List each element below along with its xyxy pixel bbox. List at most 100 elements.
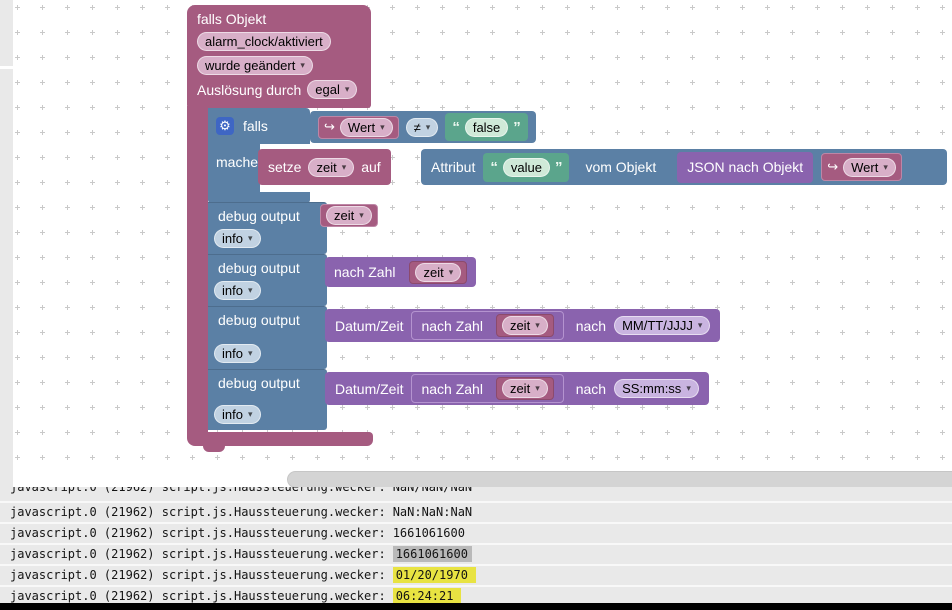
log-value-highlighted: 01/20/1970 xyxy=(392,567,476,583)
log-prefix: javascript.0 (21962) script.js.Haussteue… xyxy=(10,589,386,603)
log-row: javascript.0 (21962) script.js.Haussteue… xyxy=(0,487,952,503)
value-var-dropdown[interactable]: Wert ▾ xyxy=(339,117,393,137)
object-id-field[interactable]: alarm_clock/aktiviert xyxy=(197,32,331,51)
var-dropdown[interactable]: zeit ▾ xyxy=(501,379,548,398)
variable-block[interactable]: zeit ▾ xyxy=(495,377,554,400)
variable-block[interactable]: zeit ▾ xyxy=(495,314,554,337)
to-number-label: nach Zahl xyxy=(421,380,483,397)
debug-output-block[interactable]: debug output info ▾ xyxy=(208,202,327,254)
dropdown-arrow-icon: ▾ xyxy=(247,409,253,419)
trigger-title: falls Objekt xyxy=(197,11,267,27)
to-number-block[interactable]: nach Zahl zeit ▾ xyxy=(411,311,564,340)
do-label: mache xyxy=(216,154,259,170)
debug-output-label: debug output xyxy=(218,312,300,328)
attr-value-field[interactable]: value xyxy=(502,157,550,177)
workspace-canvas[interactable]: falls Objekt alarm_clock/aktiviert wurde… xyxy=(0,0,952,487)
attr-string-block[interactable]: “ value ” xyxy=(483,152,570,182)
grid-dots xyxy=(0,0,952,487)
gear-icon[interactable]: ⚙ xyxy=(216,117,234,135)
string-block[interactable]: “ false ” xyxy=(445,113,528,141)
cast-icon: ↪ xyxy=(827,159,839,174)
debug-output-block[interactable]: debug output info ▾ xyxy=(208,254,327,306)
set-variable-block[interactable]: setze zeit ▾ auf xyxy=(258,149,391,185)
trigger-by-dropdown[interactable]: egal ▾ xyxy=(307,80,358,99)
log-row: javascript.0 (21962) script.js.Haussteue… xyxy=(0,545,952,566)
log-level-dropdown[interactable]: info ▾ xyxy=(214,281,261,300)
dropdown-arrow-icon: ▾ xyxy=(300,60,305,70)
horizontal-scrollbar[interactable] xyxy=(287,471,952,488)
if-block[interactable]: ⚙ falls xyxy=(208,108,310,144)
json-var-value: Wert xyxy=(851,159,879,175)
close-quote-icon: ” xyxy=(554,158,563,176)
dropdown-arrow-icon: ▾ xyxy=(341,161,347,172)
format-dropdown[interactable]: SS:mm:ss ▾ xyxy=(614,379,699,398)
vertical-scrollbar[interactable] xyxy=(0,0,13,487)
value-getter-block[interactable]: ↪ Wert ▾ xyxy=(318,115,399,139)
json-value-getter-block[interactable]: ↪ Wert ▾ xyxy=(821,153,902,181)
trigger-block-bottom-tab xyxy=(203,446,225,452)
log-level-dropdown[interactable]: info ▾ xyxy=(214,344,261,363)
json-var-dropdown[interactable]: Wert ▾ xyxy=(843,157,896,177)
var-dropdown[interactable]: zeit ▾ xyxy=(501,316,548,335)
debug-output-block[interactable]: debug output info ▾ xyxy=(208,369,327,430)
log-level-dropdown[interactable]: info ▾ xyxy=(214,229,261,248)
log-panel[interactable]: javascript.0 (21962) script.js.Haussteue… xyxy=(0,487,952,608)
to-number-block[interactable]: nach Zahl zeit ▾ xyxy=(411,374,564,403)
open-quote-icon: “ xyxy=(452,118,460,136)
log-value-highlighted: 06:24:21 xyxy=(392,588,462,604)
set-label: setze xyxy=(268,159,302,175)
dropdown-arrow-icon: ▾ xyxy=(247,285,253,295)
log-prefix: javascript.0 (21962) script.js.Haussteue… xyxy=(10,487,386,494)
from-object-label: vom Objekt xyxy=(585,159,657,175)
datetime-block[interactable]: Datum/Zeit nach Zahl zeit ▾ nach SS:mm:ss… xyxy=(325,372,709,405)
var-value: zeit xyxy=(509,318,531,333)
change-type-dropdown[interactable]: wurde geändert ▾ xyxy=(197,56,313,75)
bottom-black-bar xyxy=(0,603,952,610)
scrollbar-gap xyxy=(0,66,13,69)
variable-block[interactable]: zeit ▾ xyxy=(320,204,378,227)
variable-block[interactable]: zeit ▾ xyxy=(409,260,468,284)
if-block-do-section[interactable]: mache xyxy=(208,144,260,194)
dropdown-arrow-icon: ▾ xyxy=(247,348,253,358)
close-quote-icon: ” xyxy=(513,118,521,136)
debug1-value[interactable]: zeit ▾ xyxy=(320,204,378,227)
to-number-label: nach Zahl xyxy=(334,264,396,280)
dropdown-arrow-icon: ▾ xyxy=(535,383,540,393)
log-row: javascript.0 (21962) script.js.Haussteue… xyxy=(0,566,952,587)
log-level-value: info xyxy=(222,407,243,422)
trigger-block-spine[interactable] xyxy=(187,106,208,432)
to-number-block[interactable]: nach Zahl zeit ▾ xyxy=(325,257,477,287)
json-to-object-block[interactable]: JSON nach Objekt xyxy=(677,151,814,183)
format-value: SS:mm:ss xyxy=(622,381,682,396)
log-level-value: info xyxy=(222,346,243,361)
log-value: NaN:NaN:NaN xyxy=(392,505,473,519)
datetime-block[interactable]: Datum/Zeit nach Zahl zeit ▾ nach MM/TT/JJ… xyxy=(325,309,721,342)
debug-output-label: debug output xyxy=(218,260,300,276)
dropdown-arrow-icon: ▾ xyxy=(535,320,540,330)
var-dropdown[interactable]: zeit ▾ xyxy=(326,206,372,225)
log-prefix: javascript.0 (21962) script.js.Haussteue… xyxy=(10,547,386,561)
log-prefix: javascript.0 (21962) script.js.Haussteue… xyxy=(10,505,386,519)
debug-output-label: debug output xyxy=(218,208,300,224)
format-as-label: nach xyxy=(575,317,607,334)
dropdown-arrow-icon: ▾ xyxy=(247,233,253,243)
log-level-dropdown[interactable]: info ▾ xyxy=(214,405,261,424)
set-var-dropdown[interactable]: zeit ▾ xyxy=(308,157,355,177)
trigger-block[interactable]: falls Objekt alarm_clock/aktiviert wurde… xyxy=(187,5,371,108)
trigger-block-foot[interactable] xyxy=(187,432,373,446)
compare-block[interactable]: ↪ Wert ▾ ≠ ▾ “ false ” xyxy=(310,111,536,143)
var-value: zeit xyxy=(334,208,355,223)
log-level-value: info xyxy=(222,231,243,246)
log-row: javascript.0 (21962) script.js.Haussteue… xyxy=(0,524,952,545)
log-prefix: javascript.0 (21962) script.js.Haussteue… xyxy=(10,526,386,540)
debug-output-block[interactable]: debug output info ▾ xyxy=(208,306,327,369)
log-value: NaN/NaN/NaN xyxy=(392,487,473,494)
operator-dropdown[interactable]: ≠ ▾ xyxy=(405,117,439,137)
change-type-value: wurde geändert xyxy=(205,58,296,73)
string-value-field[interactable]: false xyxy=(464,117,509,137)
var-dropdown[interactable]: zeit ▾ xyxy=(415,262,462,282)
format-dropdown[interactable]: MM/TT/JJJJ ▾ xyxy=(614,316,711,335)
var-value: zeit xyxy=(423,264,444,280)
log-row: javascript.0 (21962) script.js.Haussteue… xyxy=(0,503,952,524)
attribute-block[interactable]: Attribut “ value ” vom Objekt JSON nach … xyxy=(421,149,947,185)
